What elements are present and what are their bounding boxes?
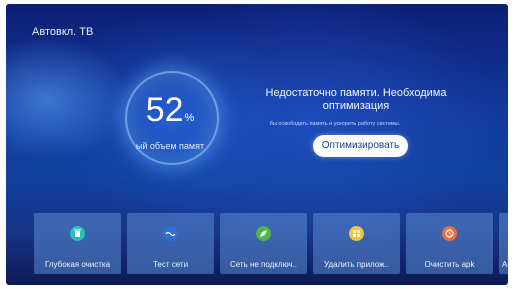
tile-partial[interactable]: Ав xyxy=(499,213,508,274)
tile-deep-clean[interactable]: Глубокая очистка xyxy=(34,213,121,274)
tile-network-test[interactable]: Тест сети xyxy=(127,213,214,274)
tv-screen: Автовкл. ТВ 52% ый объем памят Недостато… xyxy=(6,4,508,285)
leaf-icon xyxy=(256,226,271,241)
apps-icon xyxy=(349,226,364,241)
memory-percent-value: 52 xyxy=(145,91,184,129)
percent-sign: % xyxy=(184,112,195,124)
tile-label: Тест сети xyxy=(152,260,189,269)
tile-label: Очистить apk xyxy=(424,260,475,269)
tile-network-status[interactable]: Сеть не подключ.. xyxy=(220,213,307,274)
tile-label: Глубокая очистка xyxy=(44,260,111,269)
memory-percent: 52% xyxy=(134,92,206,136)
optimize-button[interactable]: Оптимизировать xyxy=(313,135,408,157)
trash-icon xyxy=(70,226,85,241)
tile-label: Удалить прилож.. xyxy=(324,260,389,269)
tile-label: Сеть не подключ.. xyxy=(229,260,298,269)
tile-uninstall-apps[interactable]: Удалить прилож.. xyxy=(313,213,400,274)
network-wave-icon xyxy=(163,226,178,241)
tile-clean-apk[interactable]: Очистить apk xyxy=(406,213,493,274)
page-title: Автовкл. ТВ xyxy=(32,26,94,38)
clean-apk-icon xyxy=(442,226,457,241)
warning-message: Недостаточно памяти. Необходима оптимиза… xyxy=(265,87,447,112)
warning-subtitle: бы освободить память и ускорить работу с… xyxy=(269,121,401,127)
memory-label: ый объем памят xyxy=(135,141,205,151)
tile-label: Ав xyxy=(502,260,508,269)
